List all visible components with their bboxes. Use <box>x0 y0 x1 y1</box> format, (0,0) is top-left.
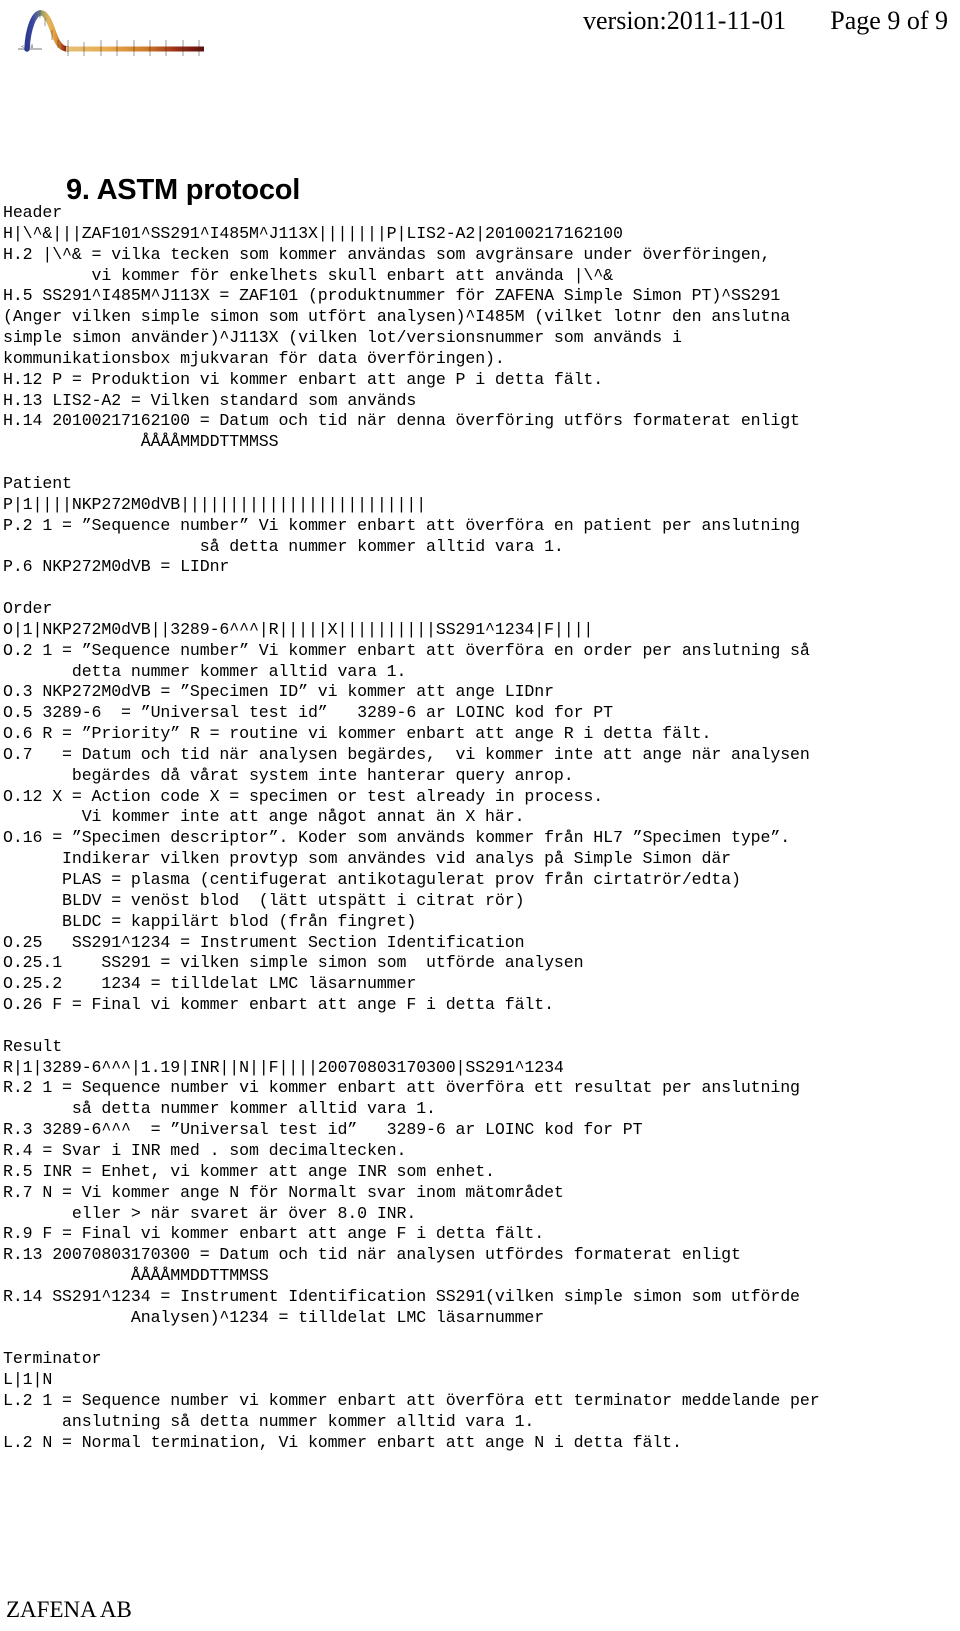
protocol-line: O.25.1 SS291 = vilken simple simon som u… <box>3 953 584 973</box>
protocol-line: O.16 = ”Specimen descriptor”. Koder som … <box>3 828 791 848</box>
protocol-line: O.25.2 1234 = tilldelat LMC läsarnummer <box>3 974 417 994</box>
protocol-line: Result <box>3 1036 63 1056</box>
protocol-line: R.3 3289-6^^^ = ”Universal test id” 3289… <box>3 1120 643 1140</box>
protocol-line: R.14 SS291^1234 = Instrument Identificat… <box>3 1286 800 1306</box>
protocol-line: O.12 X = Action code X = specimen or tes… <box>3 786 604 806</box>
protocol-line: H.12 P = Produktion vi kommer enbart att… <box>3 369 604 389</box>
protocol-line: O.2 1 = ”Sequence number” Vi kommer enba… <box>3 640 810 660</box>
protocol-line: så detta nummer kommer alltid vara 1. <box>3 536 564 556</box>
protocol-line: R|1|3289-6^^^|1.19|INR||N||F||||20070803… <box>3 1057 564 1077</box>
protocol-line: ÅÅÅÅMMDDTTMMSS <box>3 432 279 452</box>
logo-curve-graphic: <1.50 <box>18 10 204 56</box>
protocol-line: ÅÅÅÅMMDDTTMMSS <box>3 1266 269 1286</box>
protocol-line: BLDV = venöst blod (lätt utspätt i citra… <box>3 890 525 910</box>
footer-company-name: ZAFENA AB <box>6 1597 132 1622</box>
protocol-line: kommunikationsbox mjukvaran för data öve… <box>3 348 505 368</box>
page-number-label: Page 9 of 9 <box>830 6 948 35</box>
document-version-label: version:2011-11-01 <box>583 6 787 35</box>
protocol-line: Patient <box>3 473 72 493</box>
protocol-line: R.13 20070803170300 = Datum och tid när … <box>3 1245 741 1265</box>
protocol-line: O.6 R = ”Priority” R = routine vi kommer… <box>3 724 712 744</box>
protocol-line: O.25 SS291^1234 = Instrument Section Ide… <box>3 932 525 952</box>
protocol-line: P.6 NKP272M0dVB = LIDnr <box>3 557 230 577</box>
astm-protocol-body: Header H|\^&|||ZAF101^SS291^I485M^J113X||… <box>3 203 957 1454</box>
protocol-line: H.13 LIS2-A2 = Vilken standard som använ… <box>3 390 417 410</box>
protocol-line: R.7 N = Vi kommer ange N för Normalt sva… <box>3 1182 564 1202</box>
protocol-line: simple simon använder)^J113X (vilken lot… <box>3 328 682 348</box>
protocol-line: anslutning så detta nummer kommer alltid… <box>3 1411 535 1431</box>
protocol-line: så detta nummer kommer alltid vara 1. <box>3 1099 436 1119</box>
protocol-line: P|1||||NKP272M0dVB||||||||||||||||||||||… <box>3 494 427 514</box>
protocol-line: O.26 F = Final vi kommer enbart att ange… <box>3 995 554 1015</box>
protocol-line: H.2 |\^& = vilka tecken som kommer använ… <box>3 244 771 264</box>
protocol-line: R.2 1 = Sequence number vi kommer enbart… <box>3 1078 800 1098</box>
protocol-line: O.5 3289-6 = ”Universal test id” 3289-6 … <box>3 703 613 723</box>
protocol-line: H|\^&|||ZAF101^SS291^I485M^J113X|||||||P… <box>3 223 623 243</box>
protocol-line <box>3 453 957 474</box>
protocol-line: BLDC = kappilärt blod (från fingret) <box>3 911 417 931</box>
protocol-line: L.2 N = Normal termination, Vi kommer en… <box>3 1432 682 1452</box>
protocol-line: Terminator <box>3 1349 102 1369</box>
zafena-curve-logo: <1.50 <box>14 4 212 78</box>
protocol-line: detta nummer kommer alltid vara 1. <box>3 661 407 681</box>
protocol-line: Indikerar vilken provtyp som användes vi… <box>3 849 732 869</box>
protocol-line: Order <box>3 599 53 619</box>
protocol-line: Header <box>3 203 63 222</box>
protocol-line <box>3 578 957 599</box>
protocol-line: H.5 SS291^I485M^J113X = ZAF101 (produktn… <box>3 286 781 306</box>
protocol-line <box>3 1016 957 1037</box>
protocol-line: P.2 1 = ”Sequence number” Vi kommer enba… <box>3 515 800 535</box>
protocol-line: PLAS = plasma (centifugerat antikotagule… <box>3 870 741 889</box>
protocol-line: H.14 20100217162100 = Datum och tid när … <box>3 411 800 431</box>
protocol-line: (Anger vilken simple simon som utfört an… <box>3 307 791 327</box>
protocol-line: L|1|N <box>3 1370 53 1390</box>
page-header: <1.50 version:2011-11-01 Page 9 of 9 <box>0 0 960 92</box>
protocol-line: O.7 = Datum och tid när analysen begärde… <box>3 744 810 764</box>
protocol-line: vi kommer för enkelhets skull enbart att… <box>3 265 614 285</box>
protocol-line: R.9 F = Final vi kommer enbart att ange … <box>3 1224 545 1244</box>
protocol-line: L.2 1 = Sequence number vi kommer enbart… <box>3 1391 820 1411</box>
protocol-line: O|1|NKP272M0dVB||3289-6^^^|R|||||X||||||… <box>3 619 594 639</box>
protocol-line <box>3 1329 957 1350</box>
protocol-line: R.5 INR = Enhet, vi kommer att ange INR … <box>3 1161 495 1181</box>
protocol-line: R.4 = Svar i INR med . som decimaltecken… <box>3 1140 407 1160</box>
protocol-line: begärdes då vårat system inte hanterar q… <box>3 765 574 785</box>
protocol-line: Analysen)^1234 = tilldelat LMC läsarnumm… <box>3 1307 545 1327</box>
protocol-line: eller > när svaret är över 8.0 INR. <box>3 1203 417 1223</box>
protocol-line: O.3 NKP272M0dVB = ”Specimen ID” vi komme… <box>3 682 554 702</box>
protocol-line: Vi kommer inte att ange något annat än X… <box>3 807 525 827</box>
